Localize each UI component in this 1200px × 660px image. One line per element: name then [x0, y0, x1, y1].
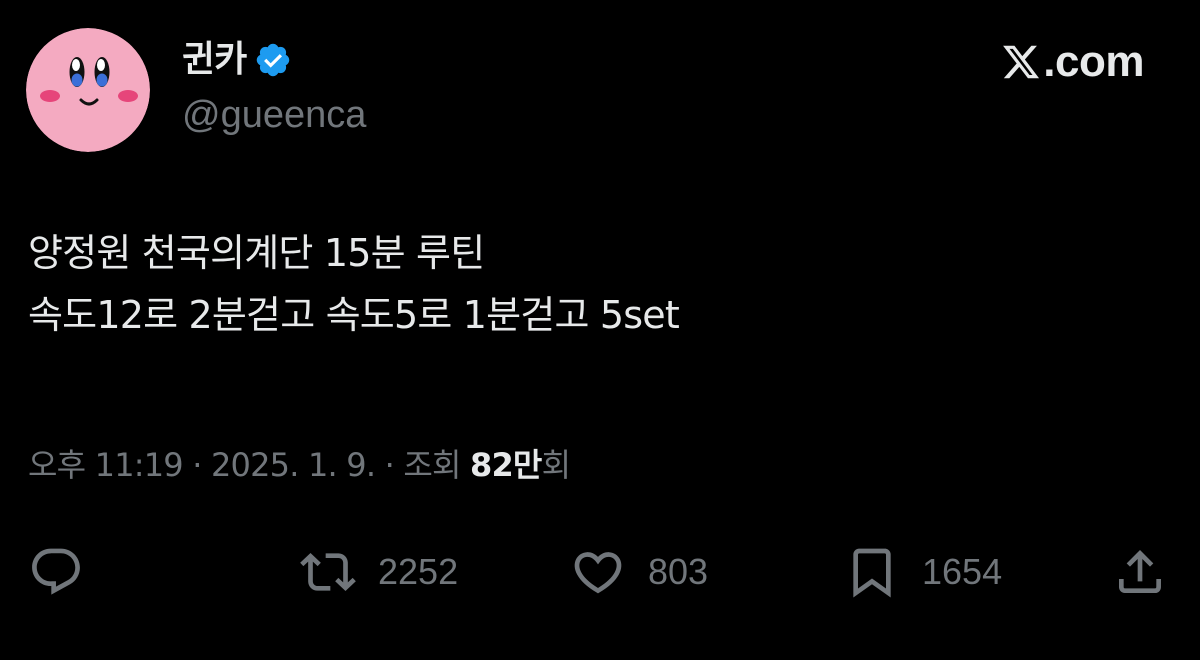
reply-icon — [32, 548, 80, 595]
heart-icon — [574, 552, 622, 594]
reply-button[interactable] — [28, 540, 84, 604]
site-logo-text: .com — [1043, 37, 1144, 86]
like-count: 803 — [648, 551, 709, 592]
share-button[interactable] — [1112, 540, 1168, 604]
views-suffix: 회 — [541, 446, 571, 484]
action-bar: 2252 803 1654 — [0, 540, 1200, 604]
bookmark-button[interactable]: 1654 — [844, 540, 1002, 604]
tweet-meta: 오후 11:19 · 2025. 1. 9. · 조회 82만회 — [28, 442, 571, 488]
views-count: 82만 — [470, 446, 542, 484]
tweet-text: 양정원 천국의계단 15분 루틴 속도12로 2분걷고 속도5로 1분걷고 5s… — [28, 222, 1168, 346]
retweet-icon — [300, 553, 356, 591]
share-icon — [1119, 550, 1161, 593]
site-logo: .com — [1001, 40, 1144, 84]
meta-separator: · — [375, 446, 404, 484]
bookmark-icon — [853, 548, 891, 598]
views-label: 조회 — [403, 446, 461, 484]
avatar[interactable] — [26, 28, 150, 152]
tweet-date[interactable]: 2025. 1. 9. — [211, 446, 376, 484]
display-name[interactable]: 귄카 — [182, 38, 247, 82]
tweet-time[interactable]: 오후 11:19 — [28, 446, 184, 484]
meta-separator: · — [182, 446, 211, 484]
verified-badge-icon — [254, 41, 292, 79]
retweet-count: 2252 — [378, 551, 459, 592]
user-handle[interactable]: @gueenca — [182, 92, 366, 138]
bookmark-count: 1654 — [922, 551, 1003, 592]
tweet-card: 귄카 @gueenca .com 양정원 천국의계단 15분 루틴 속도12로 … — [0, 0, 1200, 660]
x-logo-icon — [1003, 45, 1040, 79]
tweet-text-line: 양정원 천국의계단 15분 루틴 — [28, 231, 485, 275]
display-name-row: 귄카 — [182, 38, 292, 82]
tweet-text-line: 속도12로 2분걷고 속도5로 1분걷고 5set — [28, 293, 680, 337]
like-button[interactable]: 803 — [570, 540, 708, 604]
kirby-face-icon — [26, 28, 150, 152]
retweet-button[interactable]: 2252 — [300, 540, 458, 604]
